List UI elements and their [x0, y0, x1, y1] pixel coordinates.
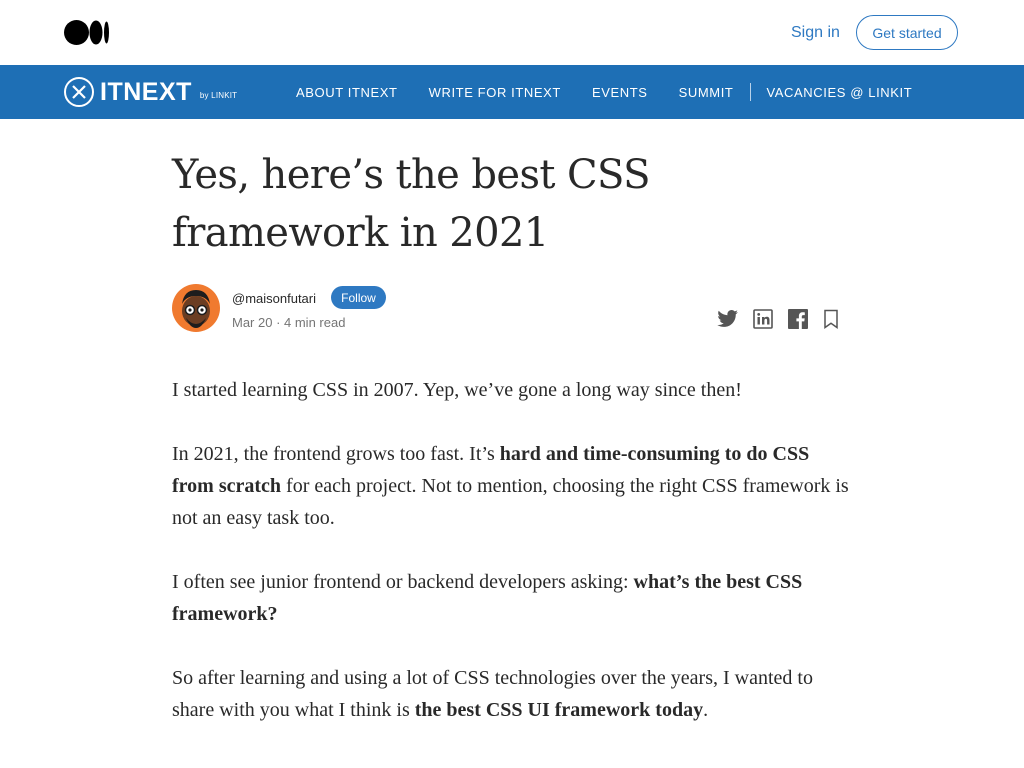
twitter-icon[interactable] — [717, 308, 739, 330]
nav-vacancies[interactable]: VACANCIES @ LINKIT — [766, 85, 912, 100]
paragraph-1-text: I started learning CSS in 2007. Yep, we’… — [172, 379, 742, 401]
medium-logo-icon[interactable] — [64, 20, 110, 45]
nav-events[interactable]: EVENTS — [592, 85, 648, 100]
publication-name: ITNEXT — [100, 77, 192, 106]
paragraph-2: In 2021, the frontend grows too fast. It… — [172, 438, 852, 534]
author-avatar[interactable] — [172, 284, 220, 332]
publication-by: by LINKIT — [199, 90, 238, 100]
title-line-1: Yes, here’s the best CSS — [172, 152, 650, 198]
publication-nav-links: ABOUT ITNEXT WRITE FOR ITNEXT EVENTS SUM… — [296, 65, 943, 119]
linkedin-icon[interactable] — [752, 308, 774, 330]
article-meta: Mar 20 · 4 min read — [232, 315, 346, 330]
top-bar: Sign in Get started — [0, 0, 1024, 65]
paragraph-1: I started learning CSS in 2007. Yep, we’… — [172, 374, 852, 406]
follow-button[interactable]: Follow — [331, 286, 386, 309]
article-body: I started learning CSS in 2007. Yep, we’… — [172, 374, 852, 758]
publication-nav: ITNEXT by LINKIT ABOUT ITNEXT WRITE FOR … — [0, 65, 1024, 119]
nav-summit[interactable]: SUMMIT — [679, 85, 734, 100]
paragraph-2-text: In 2021, the frontend grows too fast. It… — [172, 443, 500, 465]
paragraph-4-text-end: . — [703, 699, 709, 721]
paragraph-4-bold: the best CSS UI framework today — [414, 699, 704, 721]
paragraph-3-text: I often see junior frontend or backend d… — [172, 571, 634, 593]
paragraph-3: I often see junior frontend or backend d… — [172, 566, 852, 630]
article-title: Yes, here’s the best CSS framework in 20… — [172, 146, 692, 262]
publication-logo[interactable]: ITNEXT by LINKIT — [64, 75, 237, 109]
paragraph-4: So after learning and using a lot of CSS… — [172, 662, 852, 726]
author-name[interactable]: @maisonfutari — [232, 291, 316, 306]
facebook-icon[interactable] — [787, 308, 809, 330]
sign-in-link[interactable]: Sign in — [791, 24, 840, 42]
nav-divider — [750, 83, 752, 101]
get-started-button[interactable]: Get started — [856, 15, 958, 50]
bookmark-icon[interactable] — [820, 308, 842, 330]
nav-write[interactable]: WRITE FOR ITNEXT — [429, 85, 561, 100]
nav-about[interactable]: ABOUT ITNEXT — [296, 85, 398, 100]
title-line-2: framework in 2021 — [172, 210, 549, 256]
itnext-x-icon — [64, 77, 94, 107]
